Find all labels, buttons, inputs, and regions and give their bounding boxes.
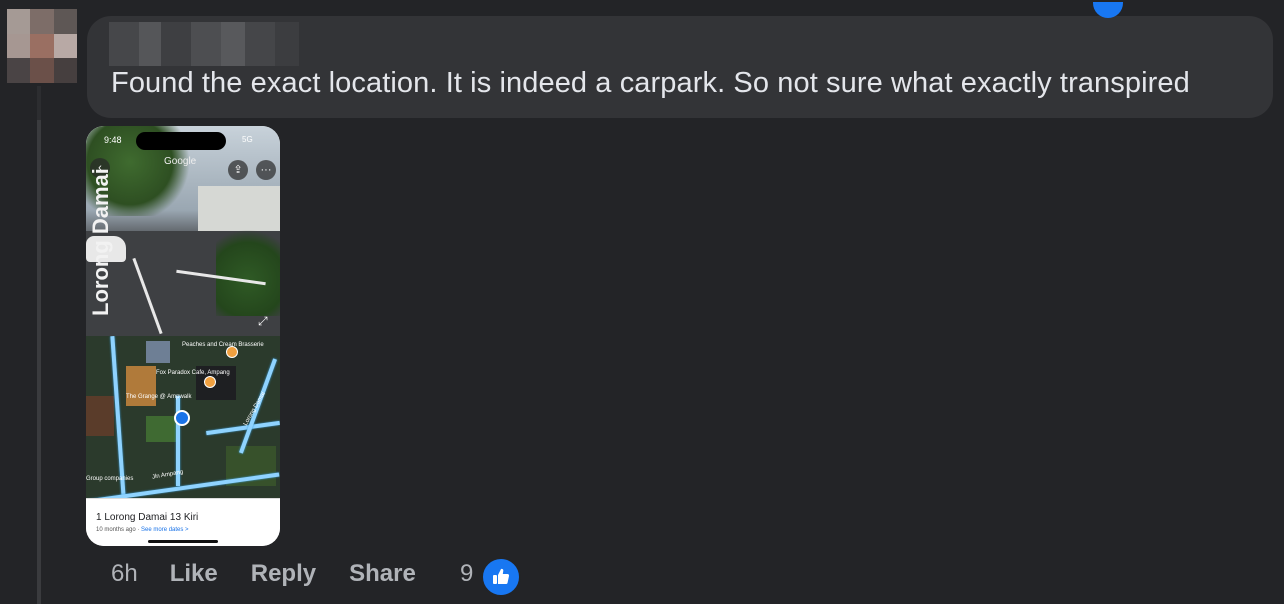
status-time: 9:48 bbox=[104, 135, 122, 145]
map-label-poi1: Peaches and Cream Brasserie bbox=[182, 342, 264, 348]
share-button[interactable]: Share bbox=[349, 560, 416, 588]
avatar[interactable] bbox=[7, 9, 77, 83]
share-icon: ⇪ bbox=[228, 160, 248, 180]
comment-text: Found the exact location. It is indeed a… bbox=[111, 67, 1190, 99]
status-bar: 9:48 5G bbox=[86, 132, 280, 150]
map-view: Peaches and Cream Brasserie Fox Paradox … bbox=[86, 336, 280, 498]
reaction-dot-icon bbox=[1093, 2, 1123, 18]
current-location-icon bbox=[174, 410, 190, 426]
map-label-road2: Lorong Damai bbox=[242, 391, 267, 427]
thread-stub bbox=[37, 86, 41, 120]
map-pin-icon bbox=[204, 376, 216, 388]
place-address: 1 Lorong Damai 13 Kiri bbox=[96, 512, 199, 523]
map-pin-icon bbox=[226, 346, 238, 358]
reaction-count[interactable]: 9 bbox=[460, 560, 473, 588]
author-name[interactable] bbox=[109, 22, 299, 66]
place-card: 1 Lorong Damai 13 Kiri 10 months ago · S… bbox=[86, 498, 280, 546]
map-label-poi2: Fox Paradox Cafe, Ampang bbox=[156, 370, 230, 376]
street-view-image: 9:48 5G Google ‹ ⇪ ··· Lorong Damai ⤢ bbox=[86, 126, 280, 336]
place-age: 10 months ago · bbox=[96, 527, 142, 533]
more-icon: ··· bbox=[256, 160, 276, 180]
google-watermark: Google bbox=[164, 156, 197, 167]
home-indicator bbox=[148, 540, 218, 543]
comment-timestamp[interactable]: 6h bbox=[111, 560, 138, 588]
comment-bubble: Found the exact location. It is indeed a… bbox=[87, 2, 1273, 118]
thumbs-up-icon[interactable] bbox=[481, 557, 521, 597]
thread-line bbox=[37, 120, 41, 604]
place-meta: 10 months ago · See more dates > bbox=[96, 527, 189, 533]
see-more-dates-link: See more dates > bbox=[141, 527, 189, 533]
attached-image[interactable]: 9:48 5G Google ‹ ⇪ ··· Lorong Damai ⤢ Pe… bbox=[86, 126, 280, 546]
map-label-poi4: Group companies bbox=[86, 476, 134, 482]
status-signal: 5G bbox=[242, 135, 253, 144]
expand-icon: ⤢ bbox=[258, 314, 268, 328]
reply-button[interactable]: Reply bbox=[251, 560, 316, 588]
comment-actions: 6h Like Reply Share bbox=[111, 558, 449, 590]
like-button[interactable]: Like bbox=[170, 560, 218, 588]
street-sign-text: Lorong Damai bbox=[88, 168, 113, 316]
map-label-poi3: The Grange @ Ampwalk bbox=[126, 394, 192, 400]
